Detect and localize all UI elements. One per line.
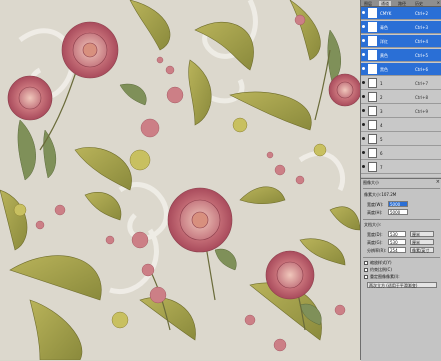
channel-row[interactable]: 洋红 Ctrl+4 xyxy=(361,35,441,48)
resample-label: 重定图像像素(I): xyxy=(370,274,400,279)
eye-icon[interactable] xyxy=(362,81,365,84)
channel-thumbnail xyxy=(368,22,377,32)
channel-row[interactable]: 7 xyxy=(361,161,441,174)
floral-pattern-image xyxy=(0,0,360,360)
channel-shortcut: Ctrl+5 xyxy=(415,53,429,58)
side-panel: 图层 通道 路径 历史 × CMYK Ctrl+2 青色 Ctrl+3 洋红 Ctrl+4… xyxy=(360,0,441,361)
eye-icon[interactable] xyxy=(362,67,365,70)
tab-layers[interactable]: 图层 xyxy=(362,1,374,6)
resample-method-select[interactable]: 两次立方 (适用于平滑渐变) xyxy=(367,282,437,288)
eye-icon[interactable] xyxy=(362,137,365,140)
channel-shortcut: Ctrl+4 xyxy=(415,39,429,44)
channel-row[interactable]: CMYK Ctrl+2 xyxy=(361,7,441,20)
eye-icon[interactable] xyxy=(362,95,365,98)
dialog-title: 图像大小 xyxy=(363,180,379,185)
document-canvas[interactable] xyxy=(0,0,360,360)
channel-row[interactable]: 黑色 Ctrl+6 xyxy=(361,63,441,76)
channel-thumbnail xyxy=(368,8,377,18)
channel-row[interactable]: 1 Ctrl+7 xyxy=(361,77,441,90)
channel-list: CMYK Ctrl+2 青色 Ctrl+3 洋红 Ctrl+4 黄色 Ctrl+5 黑色 Ctrl… xyxy=(361,7,441,177)
doc-height-input[interactable]: 530 xyxy=(388,239,406,245)
resolution-input[interactable]: 254 xyxy=(388,247,406,253)
channel-thumbnail xyxy=(368,162,377,172)
channel-thumbnail xyxy=(368,50,377,60)
eye-icon[interactable] xyxy=(362,53,365,56)
channel-name: 5 xyxy=(380,137,383,142)
channel-shortcut: Ctrl+2 xyxy=(415,11,429,16)
close-icon[interactable]: × xyxy=(437,0,440,6)
channel-row[interactable]: 青色 Ctrl+3 xyxy=(361,21,441,34)
scale-styles-checkbox[interactable] xyxy=(364,261,368,265)
channel-name: 青色 xyxy=(380,25,388,30)
channel-name: 3 xyxy=(380,109,383,114)
constrain-checkbox[interactable] xyxy=(364,268,368,272)
divider xyxy=(363,257,440,258)
dialog-close-icon[interactable]: × xyxy=(436,179,440,185)
doc-width-label: 宽度(D): xyxy=(367,232,383,237)
channel-name: 2 xyxy=(380,95,383,100)
resample-checkbox[interactable] xyxy=(364,275,368,279)
width-input[interactable]: 5000 xyxy=(388,201,408,207)
eye-icon[interactable] xyxy=(362,25,365,28)
channel-row[interactable]: 6 xyxy=(361,147,441,160)
eye-icon[interactable] xyxy=(362,165,365,168)
tab-history[interactable]: 历史 xyxy=(413,1,425,6)
scale-styles-label: 缩放样式(Y) xyxy=(370,260,392,265)
channel-row[interactable]: 黄色 Ctrl+5 xyxy=(361,49,441,62)
document-size-label: 文档大小: xyxy=(364,222,382,227)
channel-name: CMYK xyxy=(380,11,392,16)
panel-tab-bar: 图层 通道 路径 历史 × xyxy=(361,0,441,7)
tab-paths[interactable]: 路径 xyxy=(396,1,408,6)
constrain-label: 约束比例(C) xyxy=(370,267,392,272)
height-input[interactable]: 5000 xyxy=(388,209,408,215)
channel-name: 洋红 xyxy=(380,39,388,44)
resolution-unit-select[interactable]: 像素/英寸 xyxy=(410,247,434,253)
doc-height-unit-select[interactable]: 厘米 xyxy=(410,239,434,245)
eye-icon[interactable] xyxy=(362,11,365,14)
channel-name: 1 xyxy=(380,81,383,86)
width-label: 宽度(W): xyxy=(367,202,384,207)
channel-name: 4 xyxy=(380,123,383,128)
channel-name: 黄色 xyxy=(380,53,388,58)
doc-height-label: 高度(G): xyxy=(367,240,383,245)
channel-thumbnail xyxy=(368,120,377,130)
image-size-dialog: 图像大小 × 像素大小:107.2M 宽度(W): 5000 高度(H): 50… xyxy=(361,178,441,361)
channel-shortcut: Ctrl+7 xyxy=(415,81,429,86)
channel-shortcut: Ctrl+3 xyxy=(415,25,429,30)
channel-thumbnail xyxy=(368,106,377,116)
eye-icon[interactable] xyxy=(362,151,365,154)
eye-icon[interactable] xyxy=(362,123,365,126)
eye-icon[interactable] xyxy=(362,39,365,42)
divider xyxy=(363,219,440,220)
channel-thumbnail xyxy=(368,78,377,88)
channel-shortcut: Ctrl+9 xyxy=(415,109,429,114)
pixel-dimensions-label: 像素大小:107.2M xyxy=(364,192,397,197)
channel-thumbnail xyxy=(368,92,377,102)
channel-thumbnail xyxy=(368,64,377,74)
channel-name: 黑色 xyxy=(380,67,388,72)
channel-row[interactable]: 4 xyxy=(361,119,441,132)
tab-channels[interactable]: 通道 xyxy=(379,1,391,6)
channel-shortcut: Ctrl+6 xyxy=(415,67,429,72)
channel-row[interactable]: 2 Ctrl+8 xyxy=(361,91,441,104)
channel-name: 6 xyxy=(380,151,383,156)
doc-width-input[interactable]: 530 xyxy=(388,231,406,237)
doc-width-unit-select[interactable]: 厘米 xyxy=(410,231,434,237)
channel-thumbnail xyxy=(368,134,377,144)
channel-thumbnail xyxy=(368,36,377,46)
resolution-label: 分辨率(R): xyxy=(367,248,387,253)
divider xyxy=(363,188,440,189)
channel-row[interactable]: 5 xyxy=(361,133,441,146)
channel-name: 7 xyxy=(380,165,383,170)
channel-row[interactable]: 3 Ctrl+9 xyxy=(361,105,441,118)
channel-shortcut: Ctrl+8 xyxy=(415,95,429,100)
eye-icon[interactable] xyxy=(362,109,365,112)
height-label: 高度(H): xyxy=(367,210,383,215)
channel-thumbnail xyxy=(368,148,377,158)
